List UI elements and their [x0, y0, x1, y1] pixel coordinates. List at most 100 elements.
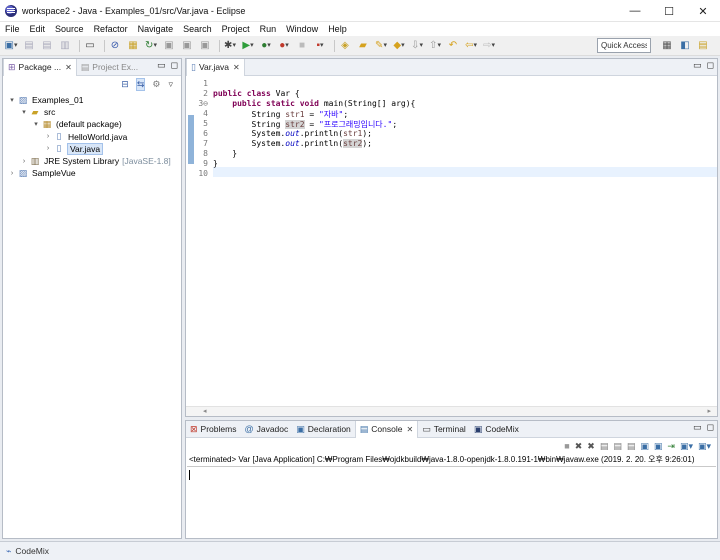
run-icon[interactable]: ▶ — [241, 39, 255, 53]
new-java-package-icon[interactable]: ▦ — [126, 39, 140, 53]
prev-annotation-icon[interactable]: ⇧ — [428, 39, 442, 53]
expand-twisty[interactable]: › — [43, 145, 53, 152]
tree-item-jre-system-library[interactable]: › ▥ JRE System Library [JavaSE-1.8] — [3, 155, 181, 167]
maximize-button[interactable]: ☐ — [652, 0, 686, 22]
package-tree: ▾ ▨ Examples_01 ▾ ▰ src ▾ ▦ (default pac… — [3, 92, 181, 179]
java-perspective-icon[interactable]: ▤ — [696, 39, 710, 53]
tab-var-java[interactable]: ▯ Var.java ✕ — [186, 58, 245, 76]
tab-console[interactable]: ▤ Console ✕ — [354, 420, 419, 438]
scroll-left-icon[interactable]: ◂ — [203, 407, 207, 415]
remove-launch-icon[interactable]: ✖ — [575, 441, 583, 452]
open-folder-icon[interactable]: ▰ — [356, 39, 370, 53]
server-icon[interactable]: ▪ — [313, 39, 327, 53]
clear-console-icon[interactable]: ▤ — [600, 441, 609, 452]
menu-navigate[interactable]: Navigate — [133, 24, 179, 34]
minimize-button[interactable]: — — [618, 0, 652, 22]
format-icon[interactable]: ▣ — [180, 39, 194, 53]
editor-horizontal-scrollbar[interactable]: ◂ ▸ — [186, 406, 717, 416]
menu-edit[interactable]: Edit — [25, 24, 51, 34]
debug-icon[interactable]: ✱ — [223, 39, 237, 53]
code-text: ); — [362, 139, 372, 148]
save-all-icon[interactable]: ▤ — [40, 39, 54, 53]
menu-help[interactable]: Help — [323, 24, 352, 34]
minimize-panel-icon[interactable]: ▭ — [693, 422, 702, 433]
maximize-panel-icon[interactable]: ◻ — [171, 60, 178, 71]
menu-search[interactable]: Search — [178, 24, 217, 34]
block-selection-icon[interactable]: ▣ — [198, 39, 212, 53]
scroll-lock-icon[interactable]: ▤ — [613, 441, 622, 452]
last-edit-icon[interactable]: ↶ — [446, 39, 460, 53]
menu-run[interactable]: Run — [255, 24, 282, 34]
pin-console-icon[interactable]: ⇥ — [667, 441, 675, 452]
maximize-panel-icon[interactable]: ◻ — [707, 422, 714, 433]
console-output[interactable] — [187, 466, 716, 527]
back-icon[interactable]: ⇦ — [464, 39, 478, 53]
expand-twisty[interactable]: › — [7, 170, 17, 177]
tab-declaration[interactable]: ▣ Declaration — [292, 421, 355, 438]
line-number[interactable]: 3⊖ — [194, 99, 208, 108]
close-tab-icon[interactable]: ✕ — [233, 63, 240, 72]
quick-access-input[interactable] — [597, 38, 651, 53]
filter-icon[interactable]: ⚙ — [152, 79, 160, 90]
tab-problems[interactable]: ⊠ Problems — [186, 421, 240, 438]
toggle-comment-icon[interactable]: ▣ — [162, 39, 176, 53]
display-console-icon[interactable]: ▣▾ — [680, 441, 693, 452]
close-tab-icon[interactable]: ✕ — [65, 63, 72, 72]
save-icon[interactable]: ▤ — [22, 39, 36, 53]
maximize-panel-icon[interactable]: ◻ — [707, 60, 714, 71]
menu-project[interactable]: Project — [217, 24, 255, 34]
expand-twisty[interactable]: ▾ — [31, 120, 41, 128]
code-editor[interactable]: 1 2 3⊖ 4 5 6 7 8 9 10 public class Var {… — [186, 76, 717, 406]
pen-icon[interactable]: ✎ — [374, 39, 388, 53]
print-icon[interactable]: ▥ — [58, 39, 72, 53]
menu-refactor[interactable]: Refactor — [89, 24, 133, 34]
tree-item-samplevue[interactable]: › ▨ SampleVue — [3, 167, 181, 179]
terminal-icon[interactable]: ▭ — [83, 39, 97, 53]
show-on-output-icon[interactable]: ▣ — [640, 441, 649, 452]
remove-all-terminated-icon[interactable]: ✖ — [587, 441, 595, 452]
expand-twisty[interactable]: › — [43, 133, 53, 140]
tab-javadoc[interactable]: @ Javadoc — [240, 421, 292, 438]
word-wrap-icon[interactable]: ▤ — [627, 441, 636, 452]
tree-item-helloworld-java[interactable]: › ▯ HelloWorld.java — [3, 131, 181, 143]
expand-twisty[interactable]: ▾ — [19, 108, 29, 116]
expand-twisty[interactable]: › — [19, 158, 29, 165]
minimize-panel-icon[interactable]: ▭ — [157, 60, 166, 71]
tab-package-explorer[interactable]: ⊞ Package ... ✕ — [3, 58, 77, 76]
java-ee-perspective-icon[interactable]: ◧ — [678, 39, 692, 53]
skip-breakpoints-icon[interactable]: ⊘ — [108, 39, 122, 53]
tree-item-var-java[interactable]: › ▯ Var.java — [3, 142, 181, 155]
open-type-icon[interactable]: ◈ — [338, 39, 352, 53]
open-perspective-icon[interactable]: ▦ — [660, 39, 674, 53]
forward-icon[interactable]: ⇨ — [482, 39, 496, 53]
close-button[interactable]: ✕ — [686, 0, 720, 22]
tree-item-src[interactable]: ▾ ▰ src — [3, 106, 181, 118]
next-annotation-icon[interactable]: ⇩ — [410, 39, 424, 53]
close-tab-icon[interactable]: ✕ — [406, 425, 413, 434]
terminate-icon[interactable]: ■ — [564, 441, 569, 451]
tree-label: Examples_01 — [32, 95, 84, 106]
link-with-editor-icon[interactable]: ⇆ — [135, 77, 146, 91]
external-tools-icon[interactable]: ● — [277, 39, 291, 53]
coverage-icon[interactable]: ● — [259, 39, 273, 53]
minimize-panel-icon[interactable]: ▭ — [693, 60, 702, 71]
stop-icon[interactable]: ■ — [295, 39, 309, 53]
tab-terminal[interactable]: ▭ Terminal — [418, 421, 470, 438]
show-on-error-icon[interactable]: ▣ — [654, 441, 663, 452]
annotation-icon[interactable]: ◆ — [392, 39, 406, 53]
status-label[interactable]: CodeMix — [15, 546, 49, 556]
menu-source[interactable]: Source — [50, 24, 89, 34]
collapse-all-icon[interactable]: ⊟ — [121, 79, 129, 90]
open-console-icon[interactable]: ▣▾ — [698, 441, 711, 452]
new-icon[interactable]: ▣ — [4, 39, 18, 53]
scroll-right-icon[interactable]: ▸ — [707, 407, 711, 415]
tab-project-explorer[interactable]: ▤ Project Ex... — [77, 59, 142, 76]
refresh-icon[interactable]: ↻ — [144, 39, 158, 53]
menu-window[interactable]: Window — [281, 24, 323, 34]
menu-file[interactable]: File — [0, 24, 25, 34]
view-menu-icon[interactable]: ▿ — [168, 79, 173, 90]
expand-twisty[interactable]: ▾ — [7, 96, 17, 104]
tab-codemix[interactable]: ▣ CodeMix — [470, 421, 523, 438]
tree-item-default-package[interactable]: ▾ ▦ (default package) — [3, 118, 181, 130]
tree-item-examples-01[interactable]: ▾ ▨ Examples_01 — [3, 94, 181, 106]
